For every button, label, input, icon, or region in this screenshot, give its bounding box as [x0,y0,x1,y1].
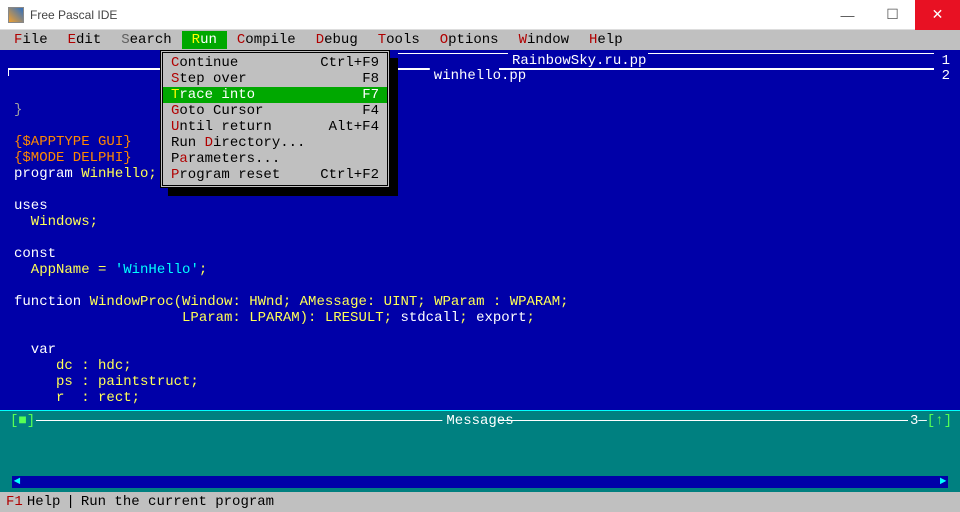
statusbar: F1 Help | Run the current program [0,492,960,512]
menu-run-directory[interactable]: Run Directory... [163,135,387,151]
tab-front[interactable]: winhello.pp [430,68,530,84]
menu-parameters[interactable]: Parameters... [163,151,387,167]
minimize-button[interactable]: — [825,0,870,30]
titlebar: Free Pascal IDE — ☐ ✕ [0,0,960,30]
menu-file[interactable]: File [4,31,58,49]
messages-title: Messages [442,413,517,429]
menu-run[interactable]: Run [182,31,227,49]
menu-step-over[interactable]: Step overF8 [163,71,387,87]
menu-edit[interactable]: Edit [58,31,112,49]
menu-options[interactable]: Options [430,31,509,49]
menu-until-return[interactable]: Until returnAlt+F4 [163,119,387,135]
menu-program-reset[interactable]: Program resetCtrl+F2 [163,167,387,183]
status-hint: Run the current program [81,494,274,510]
scroll-left-icon[interactable]: ◄ [12,476,22,488]
close-button[interactable]: ✕ [915,0,960,30]
menu-search[interactable]: Search [111,31,181,49]
menu-tools[interactable]: Tools [368,31,430,49]
tab-back-num: 1 [942,53,950,69]
messages-close-icon[interactable]: [■] [10,413,35,429]
menu-debug[interactable]: Debug [306,31,368,49]
messages-panel: [■] Messages 3—[↑] ◄ ► [0,410,960,492]
editor-area: RainbowSky.ru.pp 1 winhello.pp 2 } {$APP… [0,50,960,410]
run-dropdown: ContinueCtrl+F9 Step overF8 Trace intoF7… [160,50,390,188]
messages-scrollbar[interactable]: ◄ ► [12,476,948,488]
app-icon [8,7,24,23]
menu-trace-into[interactable]: Trace intoF7 [163,87,387,103]
tab-back[interactable]: RainbowSky.ru.pp [508,53,650,69]
status-f1[interactable]: F1 [6,494,23,510]
menu-compile[interactable]: Compile [227,31,306,49]
messages-num: 3—[↑] [910,413,952,429]
maximize-button[interactable]: ☐ [870,0,915,30]
menubar: File Edit Search Run Compile Debug Tools… [0,30,960,50]
menu-continue[interactable]: ContinueCtrl+F9 [163,55,387,71]
menu-help[interactable]: Help [579,31,633,49]
tab-front-num: 2 [942,68,950,84]
menu-goto-cursor[interactable]: Goto CursorF4 [163,103,387,119]
window-title: Free Pascal IDE [30,8,825,22]
menu-window[interactable]: Window [509,31,579,49]
status-help[interactable]: Help [27,494,61,510]
scroll-right-icon[interactable]: ► [938,476,948,488]
